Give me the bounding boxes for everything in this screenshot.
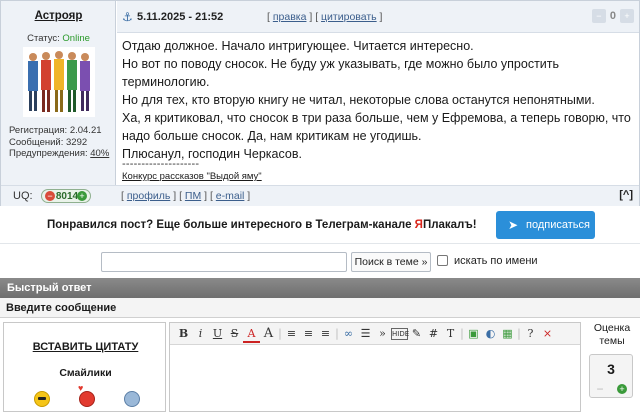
signature-separator: -------------------- bbox=[122, 158, 200, 170]
alien-smiley-icon[interactable] bbox=[124, 391, 140, 407]
help-icon[interactable]: ? bbox=[522, 325, 539, 343]
enter-message-label: Введите сообщение bbox=[6, 302, 117, 314]
avatar bbox=[23, 47, 95, 117]
warnings-line: Предупреждения: 40% bbox=[9, 148, 109, 160]
vote-up-icon[interactable]: + bbox=[620, 9, 634, 23]
status-label: Статус: bbox=[27, 33, 60, 44]
post-footer: UQ: − 8014 + [ профиль ] [ ПМ ] [ e-mail… bbox=[1, 185, 639, 206]
rating-minus-icon[interactable]: − bbox=[595, 383, 605, 395]
edit-link[interactable]: правка bbox=[273, 11, 307, 23]
message-editor: B i U S A A | ≡ ≡ ≡ | ∞ ☰ » HIDE ✎ # T |… bbox=[169, 322, 581, 412]
align-center-icon[interactable]: ≡ bbox=[300, 325, 317, 343]
message-count: Сообщений: 3292 bbox=[9, 136, 88, 148]
email-link[interactable]: e-mail bbox=[216, 190, 245, 202]
uq-minus-icon[interactable]: − bbox=[45, 191, 55, 201]
vote-controls: − 0 + bbox=[591, 9, 634, 23]
topic-rating-value: 3 bbox=[607, 361, 615, 377]
search-button[interactable]: Поиск в теме » bbox=[351, 252, 431, 272]
editor-toolbar: B i U S A A | ≡ ≡ ≡ | ∞ ☰ » HIDE ✎ # T |… bbox=[170, 323, 580, 345]
strikethrough-icon[interactable]: S bbox=[226, 325, 243, 343]
topic-search: Поиск в теме » искать по имени bbox=[0, 244, 640, 278]
image-icon[interactable]: ▣ bbox=[465, 325, 482, 343]
insert-quote-button[interactable]: ВСТАВИТЬ ЦИТАТУ bbox=[4, 341, 167, 353]
love-smiley-icon[interactable] bbox=[78, 383, 95, 407]
post-body: Отдаю должное. Начало интригующее. Читае… bbox=[122, 37, 632, 163]
hide-icon[interactable]: HIDE bbox=[391, 327, 409, 340]
topic-rating: Оценка темы 3 − + bbox=[586, 322, 638, 412]
profile-links: [ профиль ] [ ПМ ] [ e-mail ] bbox=[121, 190, 251, 202]
post-date: 5.11.2025 - 21:52 bbox=[137, 11, 224, 23]
uq-label: UQ: bbox=[13, 190, 33, 202]
quick-reply-header: Быстрый ответ bbox=[0, 278, 640, 298]
uq-plus-icon[interactable]: + bbox=[77, 191, 87, 201]
smileys-label: Смайлики bbox=[59, 367, 112, 379]
list-icon[interactable]: ☰ bbox=[357, 325, 374, 343]
topic-rating-label: Оценка темы bbox=[593, 322, 631, 347]
cool-smiley-icon[interactable] bbox=[34, 391, 50, 407]
post-paragraph: Но вот по поводу сносок. Не буду уж указ… bbox=[122, 57, 560, 89]
forum-post: Астрояр Статус: Online Регистрация: 2.04… bbox=[0, 0, 640, 206]
signature-link[interactable]: Конкурс рассказов "Выдой яму" bbox=[122, 171, 262, 182]
reply-side-panel: ВСТАВИТЬ ЦИТАТУ Смайлики bbox=[3, 322, 166, 412]
promo-brand-ya: Я bbox=[414, 219, 423, 231]
code-icon[interactable]: ✎ bbox=[408, 325, 425, 343]
close-icon[interactable]: × bbox=[539, 325, 556, 343]
scroll-top-button[interactable]: [^] bbox=[619, 189, 633, 201]
quote-icon[interactable]: » bbox=[374, 325, 391, 343]
subscribe-label: подписаться bbox=[526, 219, 590, 231]
message-textarea[interactable] bbox=[174, 349, 574, 409]
telegram-icon: ➤ bbox=[508, 218, 519, 232]
search-by-name-label: искать по имени bbox=[454, 255, 538, 267]
post-paragraph: Ха, я критиковал, что сносок в три раза … bbox=[122, 111, 631, 143]
align-left-icon[interactable]: ≡ bbox=[283, 325, 300, 343]
post-paragraph: Отдаю должное. Начало интригующее. Читае… bbox=[122, 39, 474, 53]
promo-text: Понравился пост? Еще больше интересного … bbox=[47, 219, 477, 231]
font-size-icon[interactable]: A bbox=[260, 325, 277, 343]
vote-count: 0 bbox=[609, 10, 616, 22]
quote-link[interactable]: цитировать bbox=[321, 11, 377, 23]
enter-message-bar: Введите сообщение bbox=[0, 298, 640, 318]
warnings-value[interactable]: 40% bbox=[90, 148, 109, 159]
video-icon[interactable]: ▦ bbox=[499, 325, 516, 343]
warnings-label: Предупреждения: bbox=[9, 148, 88, 159]
vote-down-icon[interactable]: − bbox=[591, 9, 606, 23]
font-color-icon[interactable]: A bbox=[243, 325, 260, 343]
subscribe-button[interactable]: ➤ подписаться bbox=[496, 211, 595, 239]
uq-value: 8014 bbox=[55, 191, 79, 202]
promo-brand-rest: Плакалъ! bbox=[422, 219, 477, 231]
status-online: Online bbox=[62, 33, 90, 44]
anchor-icon[interactable]: ⚓ bbox=[122, 10, 133, 24]
quick-reply-title: Быстрый ответ bbox=[7, 282, 92, 294]
italic-icon[interactable]: i bbox=[192, 325, 209, 343]
registration-date: Регистрация: 2.04.21 bbox=[9, 125, 102, 136]
spoiler-icon[interactable]: ◐ bbox=[482, 325, 499, 343]
search-input[interactable] bbox=[101, 252, 347, 272]
author-stats: Регистрация: 2.04.21 Сообщений: 3292 Пре… bbox=[9, 125, 109, 160]
topic-rating-box: 3 − + bbox=[589, 354, 633, 398]
post-actions: [ правка ] [ цитировать ] bbox=[267, 11, 383, 23]
post-header: ⚓ 5.11.2025 - 21:52 [ правка ] [ цитиров… bbox=[117, 1, 639, 33]
pm-link[interactable]: ПМ bbox=[185, 190, 201, 202]
text-icon[interactable]: T bbox=[442, 325, 459, 343]
author-status: Статус: Online bbox=[1, 33, 116, 44]
bold-icon[interactable]: B bbox=[175, 325, 192, 343]
profile-link[interactable]: профиль bbox=[127, 190, 170, 202]
search-by-name-checkbox[interactable] bbox=[437, 255, 448, 266]
telegram-promo: Понравился пост? Еще больше интересного … bbox=[0, 206, 640, 244]
post-paragraph: Но для тех, кто вторую книгу не читал, н… bbox=[122, 93, 595, 107]
link-icon[interactable]: ∞ bbox=[340, 325, 357, 343]
promo-text-main: Понравился пост? Еще больше интересного … bbox=[47, 219, 415, 231]
uq-rating: − 8014 + bbox=[41, 189, 91, 203]
rating-plus-icon[interactable]: + bbox=[617, 384, 627, 394]
underline-icon[interactable]: U bbox=[209, 325, 226, 343]
reply-area: ВСТАВИТЬ ЦИТАТУ Смайлики B i U S A A | ≡… bbox=[0, 318, 640, 412]
hash-icon[interactable]: # bbox=[425, 325, 442, 343]
author-name[interactable]: Астрояр bbox=[1, 10, 116, 22]
align-right-icon[interactable]: ≡ bbox=[317, 325, 334, 343]
author-panel: Астрояр Статус: Online Регистрация: 2.04… bbox=[1, 1, 116, 185]
